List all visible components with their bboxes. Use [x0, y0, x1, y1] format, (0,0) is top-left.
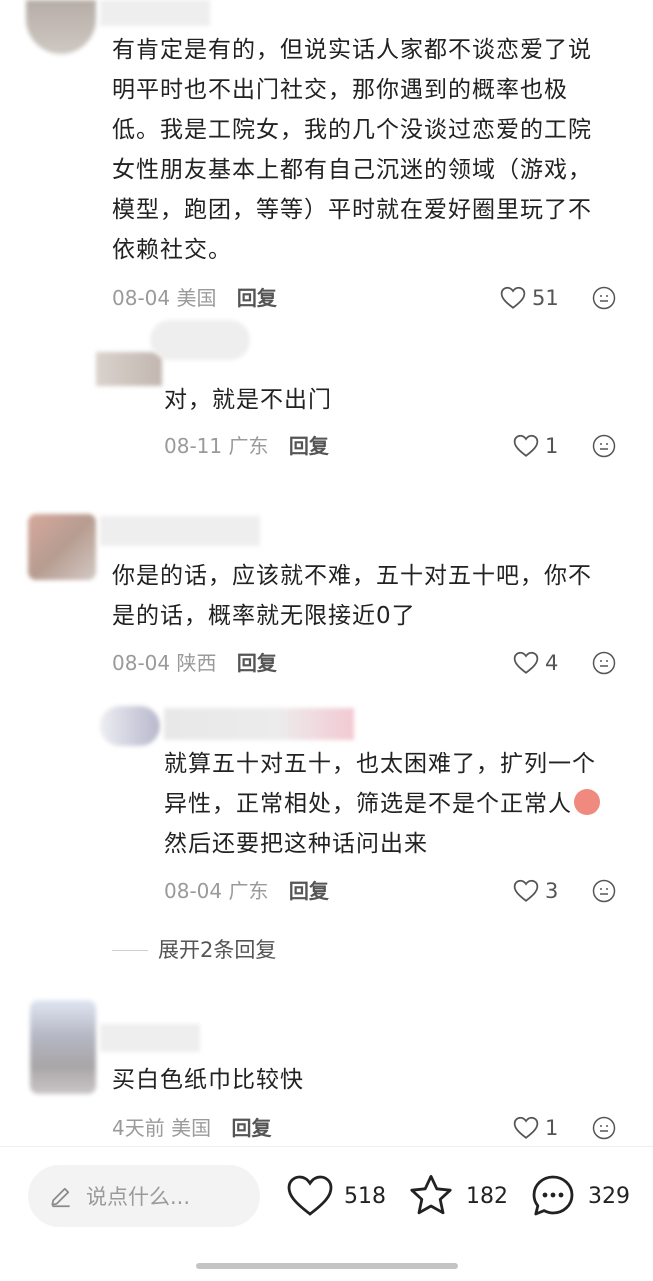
comment-text: 你是的话，应该就不难，五十对五十吧，你不 是的话，概率就无限接近0了 [112, 563, 592, 629]
divider [112, 949, 148, 951]
like-button[interactable]: 51 [500, 284, 559, 312]
username-blurred [100, 1024, 200, 1052]
comment-location: 广东 [228, 879, 269, 903]
comments-count: 329 [588, 1183, 630, 1209]
avatar-1[interactable] [26, 0, 96, 54]
comment-location: 陕西 [176, 651, 217, 675]
comment-meta: 08-04 美国 回复 [112, 284, 277, 312]
comment-location: 美国 [171, 1116, 212, 1140]
reply-button[interactable]: 回复 [289, 879, 329, 903]
like-count: 3 [545, 879, 559, 903]
favorite-count: 182 [466, 1183, 508, 1209]
like-count: 4 [545, 651, 559, 675]
pencil-icon [51, 1187, 70, 1208]
comment-text: 对，就是不出门 [164, 387, 332, 413]
username-blurred [150, 320, 250, 360]
username-blurred [100, 0, 210, 26]
like-count: 51 [532, 286, 559, 310]
heart-icon [513, 651, 539, 674]
heart-icon [500, 286, 526, 309]
comment-meta: 08-11 广东 回复 [164, 432, 329, 460]
comment-text: 有肯定是有的，但说实话人家都不谈恋爱了说 明平时也不出门社交，那你遇到的概率也极… [112, 37, 592, 263]
comment-input-placeholder: 说点什么... [86, 1185, 191, 1209]
comment-date: 08-11 [164, 434, 223, 458]
like-button[interactable]: 3 [513, 877, 558, 905]
reply-button[interactable]: 回复 [231, 1116, 271, 1140]
comment-meta: 4天前 美国 回复 [112, 1114, 271, 1142]
reply-button[interactable]: 回复 [237, 651, 277, 675]
reply-button[interactable]: 回复 [237, 286, 277, 310]
expand-replies-button[interactable]: 展开2条回复 [112, 936, 276, 964]
star-icon [410, 1175, 452, 1215]
comment-location: 广东 [228, 434, 269, 458]
avatar-4[interactable] [100, 706, 160, 746]
comment-date: 08-04 [112, 651, 171, 675]
heart-icon [513, 1116, 539, 1139]
avatar-2[interactable] [96, 352, 162, 386]
emoji-icon[interactable] [592, 434, 616, 458]
crying-face-icon [574, 789, 600, 815]
comment-date: 4天前 [112, 1116, 165, 1140]
username-blurred [100, 516, 260, 546]
favorite-button[interactable]: 182 [406, 1171, 508, 1221]
heart-icon [513, 879, 539, 902]
expand-replies-label: 展开2条回复 [158, 938, 277, 962]
like-button[interactable]: 1 [513, 432, 558, 460]
emoji-icon[interactable] [592, 879, 616, 903]
like-button[interactable]: 4 [513, 649, 558, 677]
comment-text: 买白色纸巾比较快 [112, 1067, 304, 1093]
comments-button[interactable]: 329 [528, 1171, 630, 1221]
username-blurred [164, 708, 354, 740]
emoji-icon[interactable] [592, 286, 616, 310]
heart-icon [287, 1175, 333, 1216]
chat-bubble-icon [532, 1175, 574, 1216]
reply-button[interactable]: 回复 [289, 434, 329, 458]
like-count: 1 [545, 1116, 559, 1140]
comment-meta: 08-04 广东 回复 [164, 877, 329, 905]
like-button[interactable]: 1 [513, 1114, 558, 1142]
heart-icon [513, 434, 539, 457]
like-count: 1 [545, 434, 559, 458]
avatar-5[interactable] [30, 1000, 96, 1094]
emoji-icon[interactable] [592, 651, 616, 675]
home-indicator[interactable] [196, 1263, 458, 1269]
comment-date: 08-04 [112, 286, 171, 310]
emoji-icon[interactable] [592, 1116, 616, 1140]
like-post-button[interactable]: 518 [286, 1171, 386, 1221]
comment-input[interactable]: 说点什么... [28, 1165, 260, 1227]
like-post-count: 518 [344, 1183, 386, 1209]
comment-date: 08-04 [164, 879, 223, 903]
comment-location: 美国 [176, 286, 217, 310]
comment-meta: 08-04 陕西 回复 [112, 649, 277, 677]
avatar-3[interactable] [28, 514, 96, 580]
bottom-action-bar: 说点什么... 518 182 329 [0, 1146, 653, 1281]
comment-text: 就算五十对五十，也太困难了，扩列一个 异性，正常相处，筛选是不是个正常人 然后还… [164, 744, 634, 864]
